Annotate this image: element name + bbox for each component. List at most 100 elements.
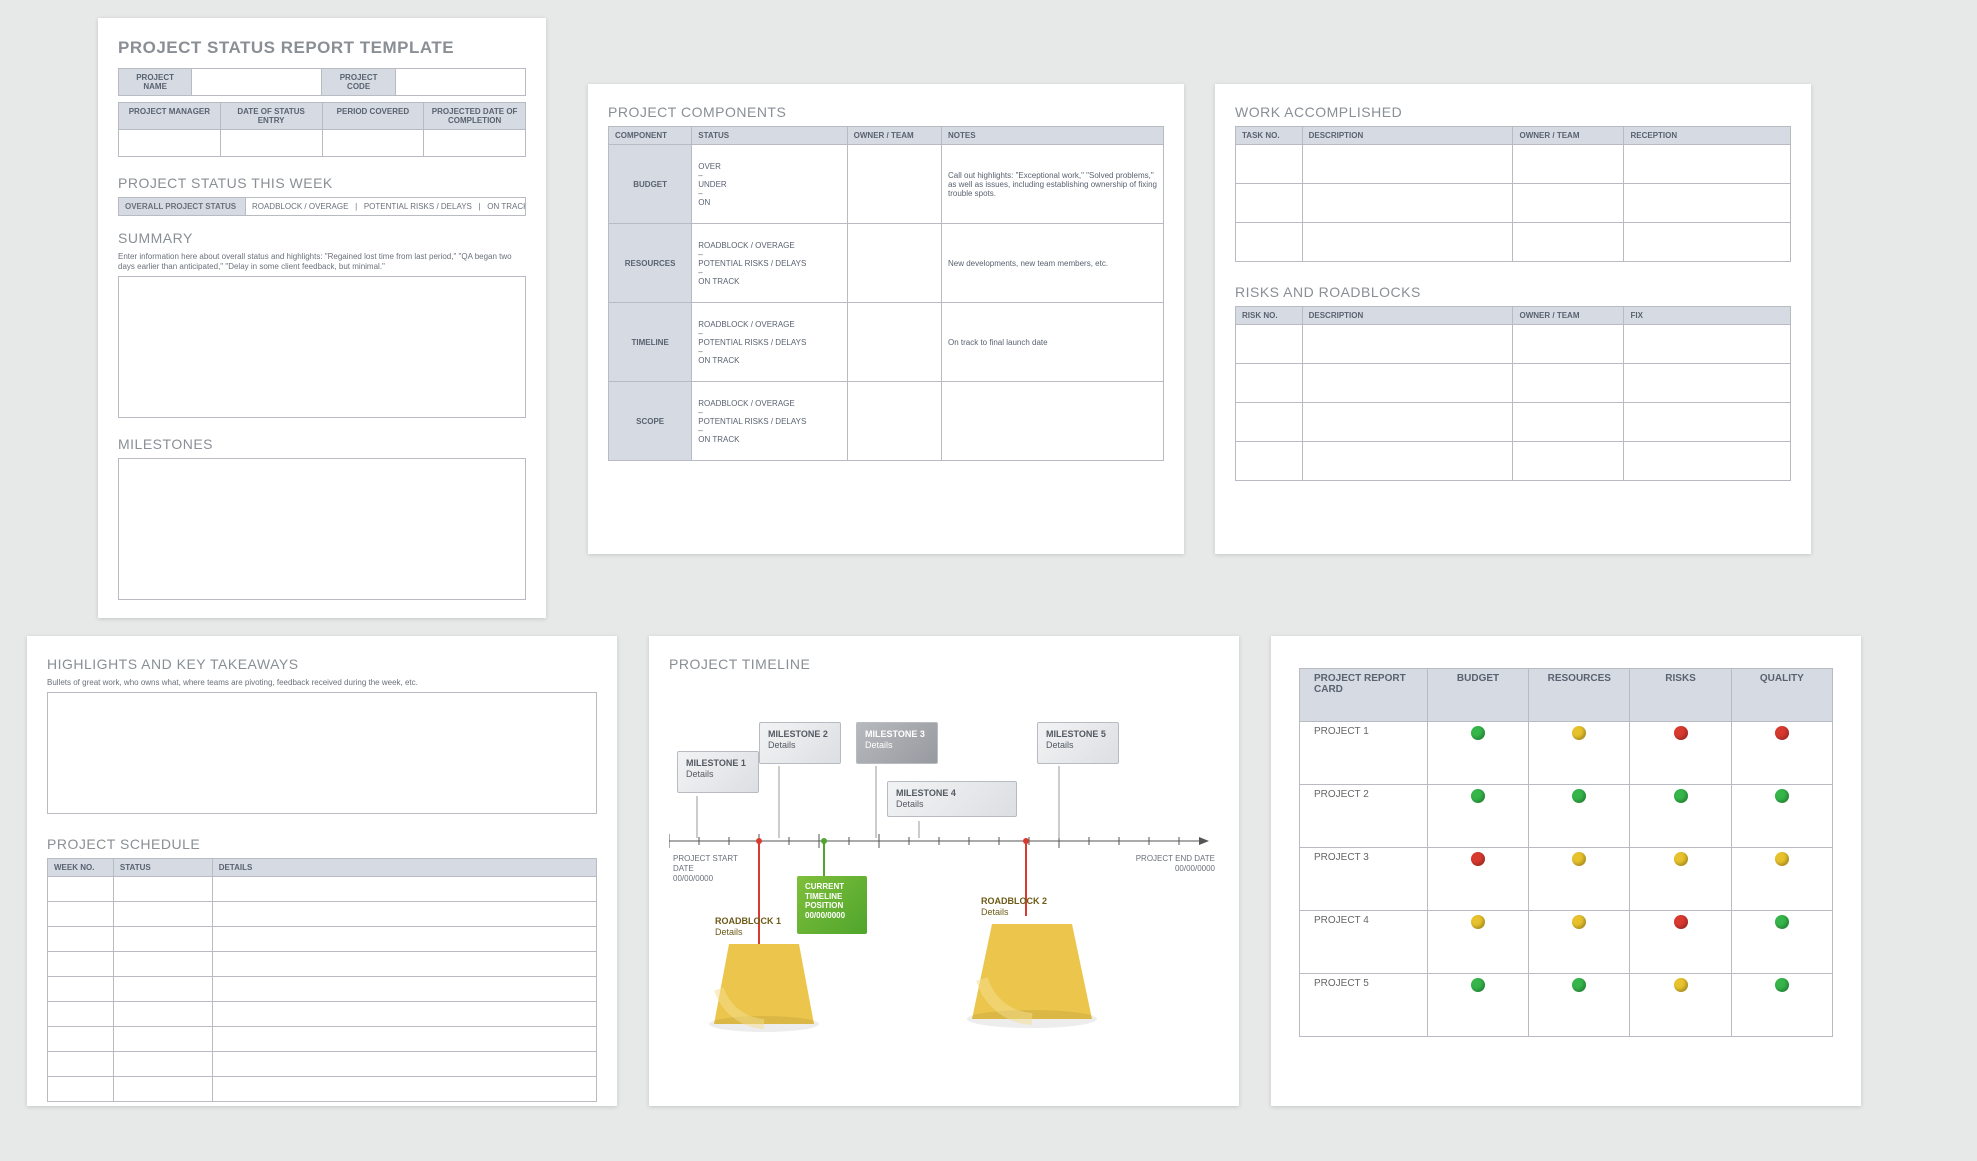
report-project-name: PROJECT 1 — [1300, 722, 1428, 785]
status-dot-icon — [1572, 978, 1586, 992]
status-dot-cell — [1630, 974, 1731, 1037]
status-dot-cell — [1427, 911, 1528, 974]
milestone-2: MILESTONE 2Details — [759, 722, 841, 764]
row-budget-owner[interactable] — [847, 145, 941, 224]
table-row[interactable] — [48, 977, 114, 1002]
status-week-title: PROJECT STATUS THIS WEEK — [118, 175, 526, 191]
schedule-table: WEEK NO. STATUS DETAILS — [47, 858, 597, 1102]
status-dot-icon — [1572, 915, 1586, 929]
row-timeline-owner[interactable] — [847, 303, 941, 382]
table-row[interactable] — [1236, 442, 1303, 481]
milestones-box[interactable] — [118, 458, 526, 600]
table-row[interactable] — [48, 952, 114, 977]
risk-table: RISK NO. DESCRIPTION OWNER / TEAM FIX — [1235, 306, 1791, 481]
cell-project-name-value[interactable] — [192, 69, 322, 96]
milestones-title: MILESTONES — [118, 436, 526, 452]
row-budget: BUDGET — [609, 145, 692, 224]
components-table: COMPONENT STATUS OWNER / TEAM NOTES BUDG… — [608, 126, 1164, 461]
table-row[interactable] — [1236, 403, 1303, 442]
status-dot-cell — [1529, 785, 1630, 848]
summary-box[interactable] — [118, 276, 526, 418]
status-dot-cell — [1731, 848, 1832, 911]
status-dot-cell — [1529, 848, 1630, 911]
page-work-risks: WORK ACCOMPLISHED TASK NO. DESCRIPTION O… — [1215, 84, 1811, 554]
report-row: PROJECT 4 — [1300, 911, 1833, 974]
table-row[interactable] — [48, 1052, 114, 1077]
report-project-name: PROJECT 4 — [1300, 911, 1428, 974]
table-row[interactable] — [48, 1002, 114, 1027]
status-dot-cell — [1427, 785, 1528, 848]
table-row[interactable] — [1236, 184, 1303, 223]
table-row[interactable] — [48, 902, 114, 927]
status-dot-icon — [1471, 978, 1485, 992]
status-dot-cell — [1630, 722, 1731, 785]
row-budget-status: OVER – UNDER – ON — [692, 145, 847, 224]
table-row[interactable] — [1236, 223, 1303, 262]
report-row: PROJECT 3 — [1300, 848, 1833, 911]
hdr-date-entry: DATE OF STATUS ENTRY — [220, 103, 322, 130]
work-title: WORK ACCOMPLISHED — [1235, 104, 1791, 120]
th-reception: RECEPTION — [1624, 127, 1791, 145]
val-date-entry[interactable] — [220, 130, 322, 157]
status-dot-icon — [1572, 852, 1586, 866]
th-resources: RESOURCES — [1529, 669, 1630, 722]
roadblock-2-label: ROADBLOCK 2Details — [981, 896, 1047, 918]
th-report-card: PROJECT REPORT CARD — [1300, 669, 1428, 722]
row-resources-owner[interactable] — [847, 224, 941, 303]
status-dot-icon — [1471, 915, 1485, 929]
status-dot-icon — [1775, 915, 1789, 929]
hdr-period: PERIOD COVERED — [322, 103, 424, 130]
status-dot-cell — [1630, 848, 1731, 911]
milestone-1: MILESTONE 1Details — [677, 751, 759, 793]
status-dot-cell — [1630, 785, 1731, 848]
cell-project-code-label: PROJECT CODE — [322, 69, 395, 96]
report-row: PROJECT 1 — [1300, 722, 1833, 785]
roadblock-2-icon — [967, 924, 1097, 1034]
opt-roadblock: ROADBLOCK / OVERAGE — [252, 202, 348, 211]
schedule-title: PROJECT SCHEDULE — [47, 836, 597, 852]
th-quality: QUALITY — [1731, 669, 1832, 722]
row-timeline-notes: On track to final launch date — [941, 303, 1163, 382]
milestone-4: MILESTONE 4Details — [887, 781, 1017, 817]
table-row[interactable] — [48, 927, 114, 952]
th-week: WEEK NO. — [48, 859, 114, 877]
val-proj-date[interactable] — [424, 130, 526, 157]
components-title: PROJECT COMPONENTS — [608, 104, 1164, 120]
summary-title: SUMMARY — [118, 230, 526, 246]
th-component: COMPONENT — [609, 127, 692, 145]
row-scope: SCOPE — [609, 382, 692, 461]
status-dot-icon — [1674, 978, 1688, 992]
val-period[interactable] — [322, 130, 424, 157]
th-budget: BUDGET — [1427, 669, 1528, 722]
table-row[interactable] — [1236, 325, 1303, 364]
status-dot-icon — [1775, 726, 1789, 740]
th-sdetails: DETAILS — [212, 859, 596, 877]
report-row: PROJECT 2 — [1300, 785, 1833, 848]
table-row[interactable] — [48, 1027, 114, 1052]
risk-title: RISKS AND ROADBLOCKS — [1235, 284, 1791, 300]
work-table: TASK NO. DESCRIPTION OWNER / TEAM RECEPT… — [1235, 126, 1791, 262]
status-dot-icon — [1471, 852, 1485, 866]
report-project-name: PROJECT 3 — [1300, 848, 1428, 911]
table-row[interactable] — [48, 877, 114, 902]
table-row[interactable] — [1236, 145, 1303, 184]
val-pm[interactable] — [119, 130, 221, 157]
status-dot-icon — [1471, 726, 1485, 740]
report-card-table: PROJECT REPORT CARD BUDGET RESOURCES RIS… — [1299, 668, 1833, 1037]
hdr-proj-date: PROJECTED DATE OF COMPLETION — [424, 103, 526, 130]
status-dot-icon — [1674, 852, 1688, 866]
th-r-desc: DESCRIPTION — [1302, 307, 1513, 325]
th-owner: OWNER / TEAM — [1513, 127, 1624, 145]
th-desc: DESCRIPTION — [1302, 127, 1513, 145]
page-report-card: PROJECT REPORT CARD BUDGET RESOURCES RIS… — [1271, 636, 1861, 1106]
highlights-box[interactable] — [47, 692, 597, 814]
timeline-current: CURRENT TIMELINE POSITION 00/00/0000 — [797, 876, 867, 934]
row-resources: RESOURCES — [609, 224, 692, 303]
table-row[interactable] — [48, 1077, 114, 1102]
row-scope-status: ROADBLOCK / OVERAGE – POTENTIAL RISKS / … — [692, 382, 847, 461]
status-dot-icon — [1674, 915, 1688, 929]
table-row[interactable] — [1236, 364, 1303, 403]
timeline-axis — [669, 831, 1214, 851]
cell-project-code-value[interactable] — [395, 69, 525, 96]
row-scope-owner[interactable] — [847, 382, 941, 461]
